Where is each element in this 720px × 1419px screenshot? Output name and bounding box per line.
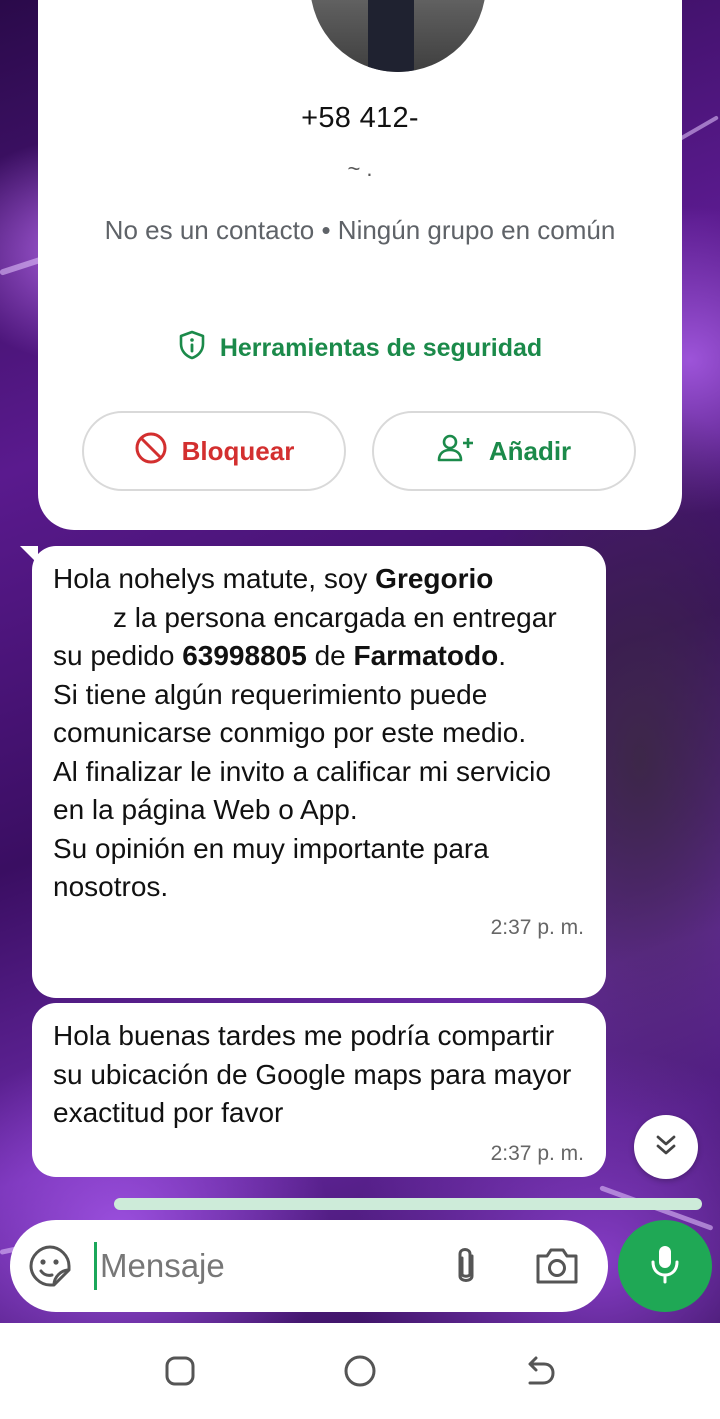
message-bubble[interactable]: Hola nohelys matute, soy Gregorio z la p… (20, 546, 606, 998)
contact-meta: No es un contacto • Ningún grupo en comú… (104, 215, 616, 245)
contact-phone-number: +58 412- (301, 102, 419, 134)
shield-info-icon (178, 330, 206, 367)
message-text: Hola buenas tardes me podría compartir s… (53, 1020, 572, 1128)
contact-info-card: +58 412- ~ . No es un contacto • Ningún … (38, 0, 682, 530)
system-navigation-bar (0, 1323, 720, 1419)
block-button[interactable]: Bloquear (82, 411, 346, 491)
add-label: Añadir (488, 435, 572, 466)
message-time: 2:37 p. m. (490, 1141, 584, 1165)
composer-top-strip (114, 1198, 702, 1210)
message-text: Hola nohelys matute, soy Gregorio z la p… (53, 563, 557, 902)
security-tools-link[interactable]: Herramientas de seguridad (38, 330, 682, 367)
add-person-icon (437, 433, 475, 470)
sticker-icon (28, 1245, 72, 1292)
camera-button[interactable] (534, 1244, 582, 1288)
message-composer (10, 1220, 608, 1312)
attach-button[interactable] (446, 1244, 486, 1290)
voice-message-button[interactable] (618, 1220, 712, 1312)
back-button[interactable] (520, 1353, 560, 1393)
paperclip-icon (446, 1248, 486, 1294)
contact-about: ~ . (347, 156, 373, 181)
add-contact-button[interactable]: Añadir (372, 411, 636, 491)
recents-icon (163, 1354, 197, 1393)
block-label: Bloquear (181, 435, 295, 466)
text-cursor (94, 1242, 97, 1290)
scroll-to-bottom-button[interactable] (634, 1115, 698, 1179)
back-icon (522, 1354, 558, 1393)
sticker-button[interactable] (28, 1244, 72, 1288)
microphone-icon (647, 1243, 683, 1290)
security-tools-label: Herramientas de seguridad (219, 334, 543, 362)
message-time: 2:37 p. m. (490, 915, 584, 939)
camera-icon (534, 1248, 580, 1290)
recents-button[interactable] (160, 1353, 200, 1393)
contact-avatar[interactable] (310, 0, 486, 72)
double-chevron-down-icon (653, 1132, 679, 1163)
home-button[interactable] (340, 1353, 380, 1393)
block-icon (134, 431, 168, 472)
message-input[interactable] (100, 1240, 430, 1292)
home-icon (342, 1353, 378, 1394)
message-bubble[interactable]: Hola buenas tardes me podría compartir s… (32, 1003, 606, 1177)
